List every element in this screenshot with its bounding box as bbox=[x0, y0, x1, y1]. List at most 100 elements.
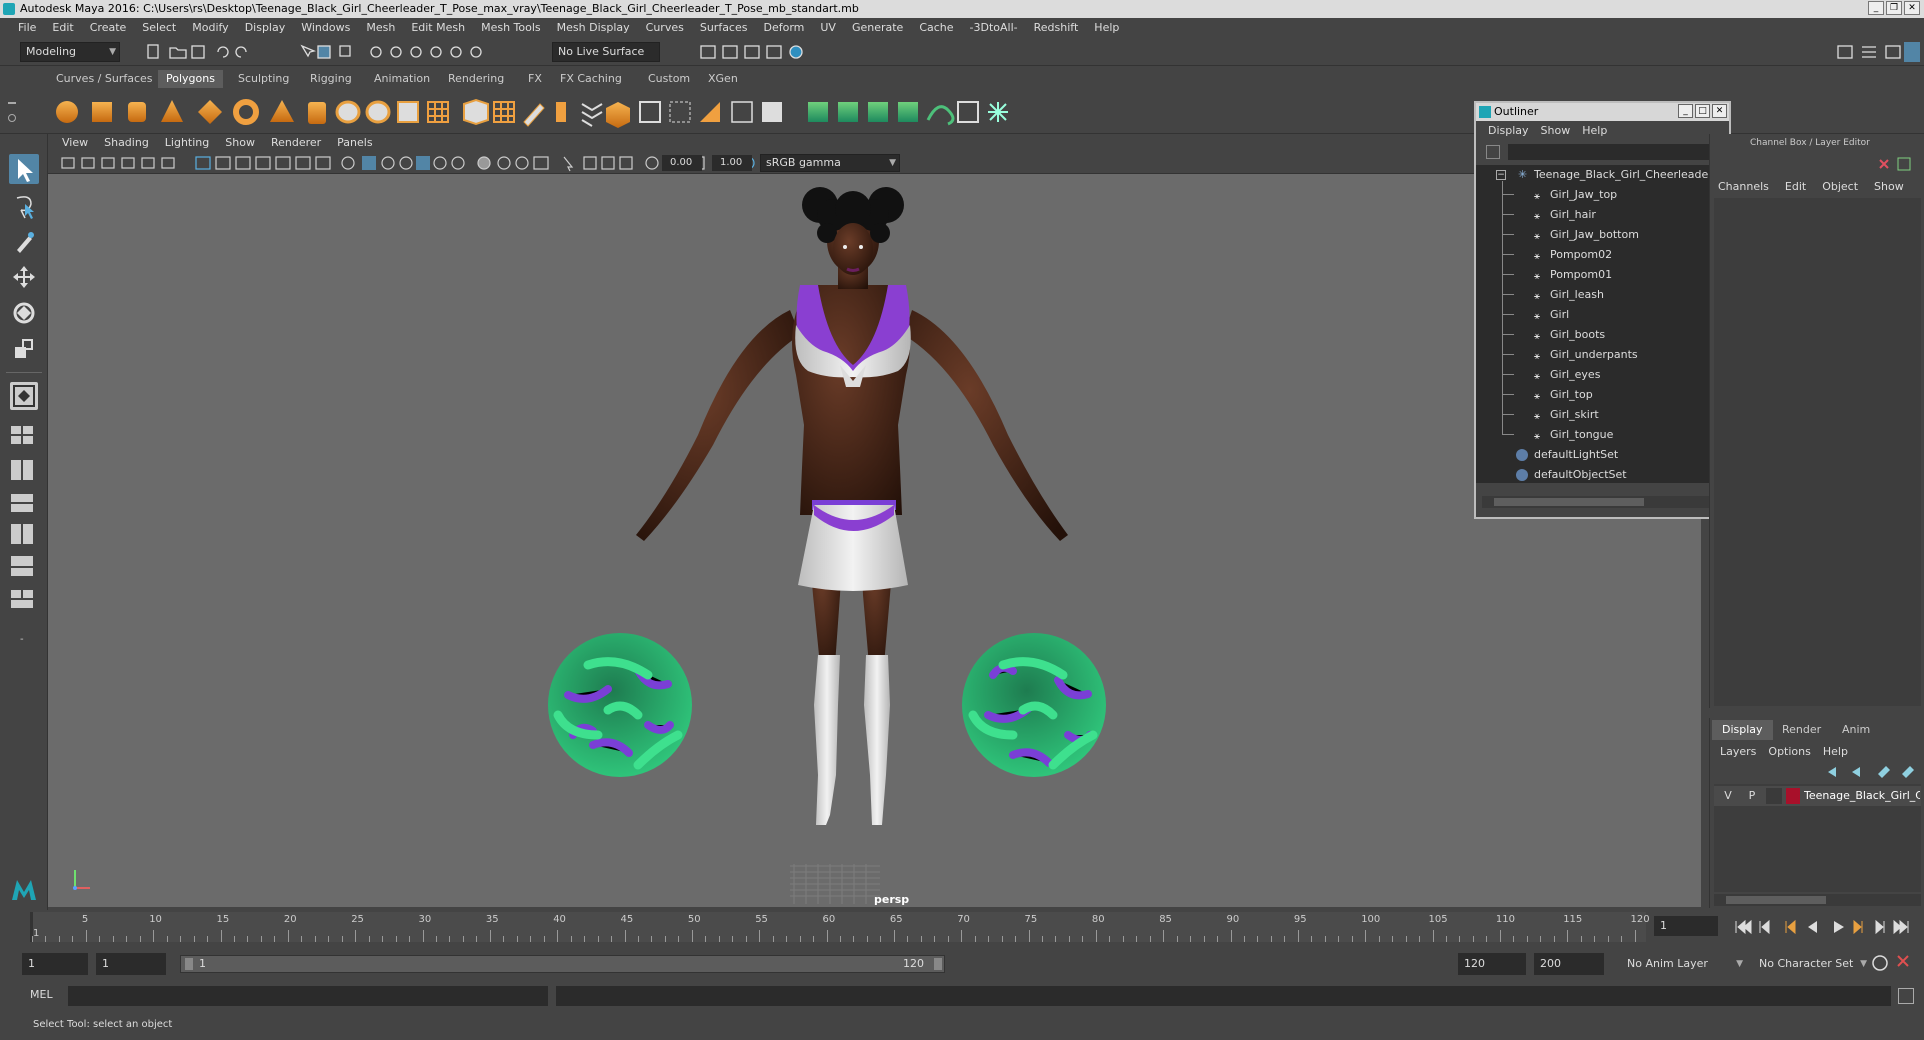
channel-box-menu-show[interactable]: Show bbox=[1866, 178, 1912, 196]
animation-start-field[interactable]: 1 bbox=[22, 953, 88, 975]
layer-scrollbar[interactable] bbox=[1714, 894, 1921, 906]
outliner-menu-show[interactable]: Show bbox=[1535, 121, 1577, 141]
range-end-handle[interactable] bbox=[934, 958, 942, 970]
channel-box-area[interactable] bbox=[1714, 198, 1921, 706]
shelf-menu-icon[interactable] bbox=[8, 102, 16, 104]
mode-dropdown[interactable]: Modeling ▼ bbox=[20, 42, 120, 62]
collapse-icon[interactable]: − bbox=[1496, 170, 1506, 180]
minimize-button[interactable]: _ bbox=[1868, 1, 1884, 15]
viewport-menu-show[interactable]: Show bbox=[217, 134, 263, 152]
shelf-tab-fx[interactable]: FX bbox=[520, 70, 550, 88]
scroll-thumb[interactable] bbox=[1726, 896, 1826, 904]
shelf-tab-custom[interactable]: Custom bbox=[640, 70, 698, 88]
menu-mesh-tools[interactable]: Mesh Tools bbox=[473, 18, 549, 38]
shelf-tab-rigging[interactable]: Rigging bbox=[302, 70, 360, 88]
shelf-tab-xgen[interactable]: XGen bbox=[700, 70, 746, 88]
menu-help[interactable]: Help bbox=[1086, 18, 1127, 38]
anim-layer-dropdown[interactable]: No Anim Layer ▼ bbox=[1622, 953, 1746, 975]
outliner-close-button[interactable]: ✕ bbox=[1712, 104, 1727, 118]
script-language-label[interactable]: MEL bbox=[30, 988, 53, 1001]
layer-menu-options[interactable]: Options bbox=[1762, 742, 1816, 762]
layer-tab-display[interactable]: Display bbox=[1712, 720, 1773, 740]
outliner-horizontal-scrollbar[interactable] bbox=[1482, 496, 1710, 508]
shelf-tab-fx-caching[interactable]: FX Caching bbox=[552, 70, 630, 88]
outliner-item-girl-boots[interactable]: ⚹ Girl_boots bbox=[1476, 325, 1716, 345]
menu-surfaces[interactable]: Surfaces bbox=[692, 18, 756, 38]
layer-color-swatch[interactable] bbox=[1786, 788, 1800, 804]
layer-row[interactable]: V P Teenage_Black_Girl_Ch bbox=[1714, 786, 1921, 806]
paint-select-tool[interactable] bbox=[9, 226, 39, 256]
viewport-menu-renderer[interactable]: Renderer bbox=[263, 134, 329, 152]
shelf-settings-icon[interactable] bbox=[8, 114, 16, 122]
shelf-tab-sculpting[interactable]: Sculpting bbox=[230, 70, 297, 88]
menu-windows[interactable]: Windows bbox=[293, 18, 358, 38]
layer-type-toggle[interactable] bbox=[1766, 788, 1782, 804]
rotate-tool[interactable] bbox=[9, 298, 39, 328]
menu-create[interactable]: Create bbox=[82, 18, 135, 38]
outliner-item-girl-skirt[interactable]: ⚹ Girl_skirt bbox=[1476, 405, 1716, 425]
outliner-item-girl-jaw-top[interactable]: ⚹ Girl_Jaw_top bbox=[1476, 185, 1716, 205]
playback-end-field[interactable]: 120 bbox=[1458, 953, 1526, 975]
shelf-tab-rendering[interactable]: Rendering bbox=[440, 70, 512, 88]
scale-tool[interactable] bbox=[9, 334, 39, 364]
menu-file[interactable]: File bbox=[10, 18, 44, 38]
live-surface-field[interactable]: No Live Surface bbox=[552, 42, 660, 62]
layer-tab-render[interactable]: Render bbox=[1772, 720, 1831, 740]
shelf-tab-animation[interactable]: Animation bbox=[366, 70, 438, 88]
color-space-dropdown[interactable]: sRGB gamma ▼ bbox=[760, 154, 900, 172]
outliner-item-girl-tongue[interactable]: ⚹ Girl_tongue bbox=[1476, 425, 1716, 445]
gamma-field[interactable]: 1.00 bbox=[712, 155, 752, 171]
menu-select[interactable]: Select bbox=[134, 18, 184, 38]
move-tool[interactable] bbox=[9, 262, 39, 292]
filter-icon[interactable] bbox=[1486, 145, 1500, 159]
layer-menu-layers[interactable]: Layers bbox=[1714, 742, 1762, 762]
select-tool[interactable] bbox=[9, 154, 39, 184]
current-frame-field[interactable]: 1 bbox=[1654, 916, 1718, 936]
menu-deform[interactable]: Deform bbox=[755, 18, 812, 38]
outliner-item-girl-leash[interactable]: ⚹ Girl_leash bbox=[1476, 285, 1716, 305]
command-input[interactable] bbox=[68, 986, 548, 1006]
viewport-menu-panels[interactable]: Panels bbox=[329, 134, 380, 152]
outliner-item-girl[interactable]: ⚹ Girl bbox=[1476, 305, 1716, 325]
shelf-tab-curves-surfaces[interactable]: Curves / Surfaces bbox=[48, 70, 161, 88]
close-button[interactable]: ✕ bbox=[1904, 1, 1920, 15]
time-slider-track[interactable]: 1 5 10 15 20 25 30 35 40 45 50 55 60 65 70 75 80 85 90 95 1… bbox=[30, 912, 1650, 942]
range-bar[interactable]: 1 120 bbox=[180, 955, 945, 973]
layer-visibility-toggle[interactable]: V bbox=[1720, 788, 1736, 804]
lasso-tool[interactable] bbox=[9, 190, 39, 220]
channel-box-menu-edit[interactable]: Edit bbox=[1777, 178, 1814, 196]
layer-menu-help[interactable]: Help bbox=[1817, 742, 1854, 762]
viewport-scene[interactable]: persp bbox=[48, 175, 1701, 907]
outliner-item-girl-top[interactable]: ⚹ Girl_top bbox=[1476, 385, 1716, 405]
scroll-thumb[interactable] bbox=[1494, 498, 1644, 506]
character-set-dropdown[interactable]: No Character Set ▼ bbox=[1754, 953, 1870, 975]
exposure-field[interactable]: 0.00 bbox=[662, 155, 702, 171]
outliner-maximize-button[interactable]: □ bbox=[1695, 104, 1710, 118]
outliner-item-pompom01[interactable]: ⚹ Pompom01 bbox=[1476, 265, 1716, 285]
restore-button[interactable]: ❐ bbox=[1886, 1, 1902, 15]
outliner-item-girl-jaw-bottom[interactable]: ⚹ Girl_Jaw_bottom bbox=[1476, 225, 1716, 245]
menu-mesh-display[interactable]: Mesh Display bbox=[549, 18, 638, 38]
menu-uv[interactable]: UV bbox=[812, 18, 844, 38]
menu-redshift[interactable]: Redshift bbox=[1026, 18, 1087, 38]
menu-edit[interactable]: Edit bbox=[44, 18, 81, 38]
viewport-menu-view[interactable]: View bbox=[54, 134, 96, 152]
menu-curves[interactable]: Curves bbox=[638, 18, 692, 38]
viewport-menu-shading[interactable]: Shading bbox=[96, 134, 157, 152]
outliner-search-input[interactable] bbox=[1508, 144, 1726, 160]
menu-3dtoall[interactable]: -3DtoAll- bbox=[962, 18, 1026, 38]
menu-generate[interactable]: Generate bbox=[844, 18, 911, 38]
range-start-handle[interactable] bbox=[185, 958, 193, 970]
outliner-menu-help[interactable]: Help bbox=[1576, 121, 1613, 141]
animation-end-field[interactable]: 200 bbox=[1534, 953, 1604, 975]
outliner-item-girl-underpants[interactable]: ⚹ Girl_underpants bbox=[1476, 345, 1716, 365]
menu-edit-mesh[interactable]: Edit Mesh bbox=[403, 18, 473, 38]
outliner-menu-display[interactable]: Display bbox=[1482, 121, 1535, 141]
outliner-item-girl-hair[interactable]: ⚹ Girl_hair bbox=[1476, 205, 1716, 225]
menu-cache[interactable]: Cache bbox=[911, 18, 961, 38]
outliner-item-defaultobjectset[interactable]: defaultObjectSet bbox=[1476, 465, 1716, 483]
layer-playback-toggle[interactable]: P bbox=[1744, 788, 1760, 804]
menu-mesh[interactable]: Mesh bbox=[358, 18, 403, 38]
single-perspective-layout[interactable] bbox=[10, 382, 38, 410]
outliner-item-defaultlightset[interactable]: defaultLightSet bbox=[1476, 445, 1716, 465]
